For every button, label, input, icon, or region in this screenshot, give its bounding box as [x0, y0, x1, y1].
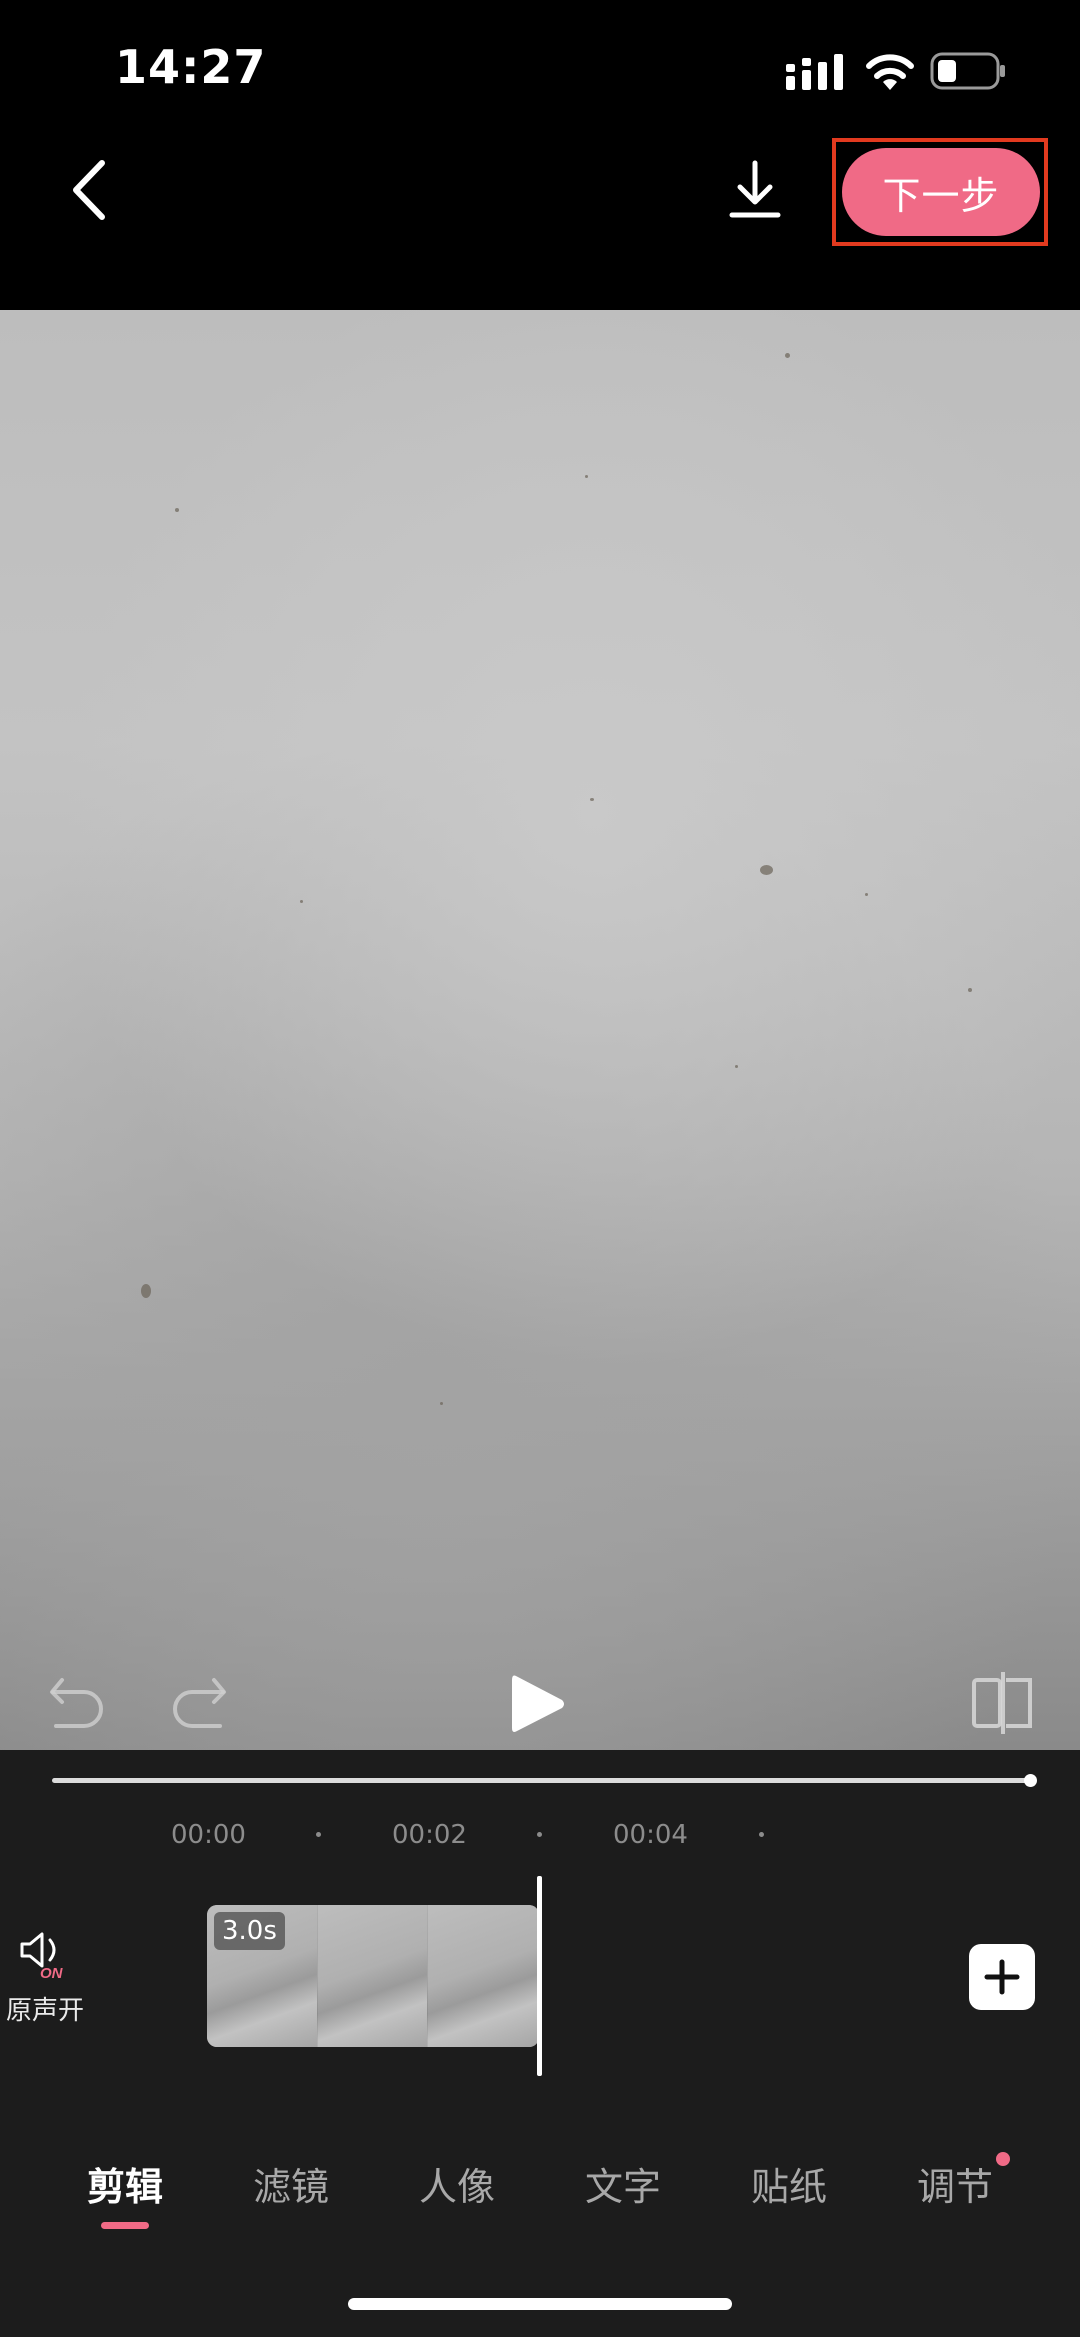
tab-portrait[interactable]: 人像 [397, 2156, 517, 2211]
wifi-icon [866, 54, 914, 90]
undo-button[interactable] [48, 1672, 106, 1732]
time-tick: 00:00 [171, 1820, 246, 1850]
time-tick: 00:04 [613, 1820, 688, 1850]
progress-knob[interactable] [1024, 1774, 1037, 1787]
add-clip-button[interactable] [969, 1944, 1035, 2010]
speaker-on-icon: ON [20, 1932, 64, 1980]
compare-icon[interactable] [970, 1670, 1036, 1736]
progress-bar[interactable] [52, 1778, 1032, 1783]
video-preview[interactable] [0, 310, 1080, 1750]
clip-frame [428, 1905, 539, 2047]
cellular-signal-icon [786, 54, 843, 90]
playhead[interactable] [537, 1876, 542, 2076]
clip-frame [317, 1905, 429, 2047]
clip-duration-badge: 3.0s [214, 1912, 285, 1950]
status-time: 14:27 [115, 40, 267, 94]
tab-filter[interactable]: 滤镜 [231, 2156, 351, 2211]
battery-icon [930, 52, 1005, 90]
back-button[interactable] [60, 155, 120, 225]
original-audio-label: 原声开 [6, 1996, 85, 2026]
tab-edit[interactable]: 剪辑 [65, 2156, 185, 2211]
tab-adjust[interactable]: 调节 [895, 2156, 1015, 2211]
play-button[interactable] [508, 1670, 568, 1738]
home-indicator[interactable] [348, 2298, 732, 2310]
time-tick: 00:02 [392, 1820, 467, 1850]
new-badge-dot [996, 2152, 1010, 2166]
plus-icon [984, 1959, 1020, 1995]
next-step-button[interactable]: 下一步 [842, 148, 1040, 236]
tick-dot [316, 1832, 321, 1837]
download-button[interactable] [720, 155, 790, 225]
tick-dot [537, 1832, 542, 1837]
active-tab-indicator [101, 2222, 149, 2229]
audio-on-badge: ON [40, 1965, 64, 1980]
tick-dot [759, 1832, 764, 1837]
tab-sticker[interactable]: 贴纸 [729, 2156, 849, 2211]
redo-button[interactable] [170, 1672, 228, 1732]
tab-text[interactable]: 文字 [563, 2156, 683, 2211]
